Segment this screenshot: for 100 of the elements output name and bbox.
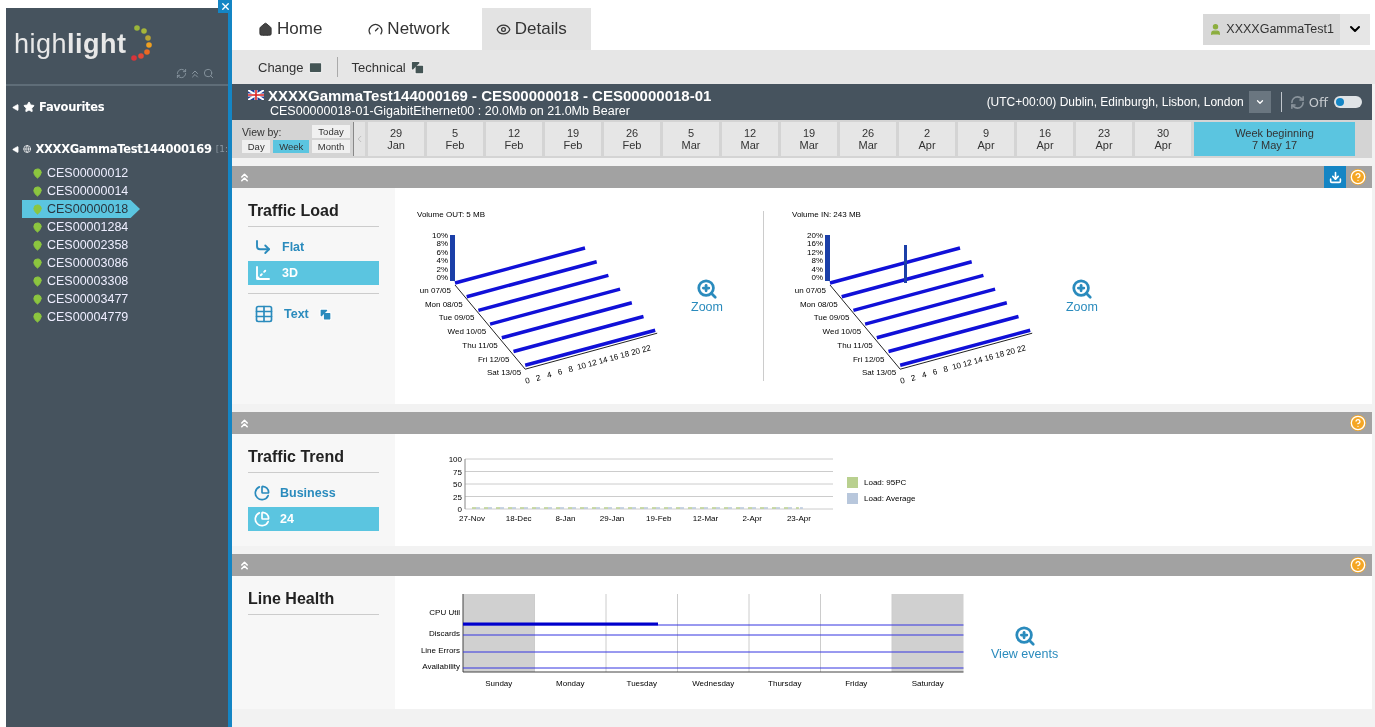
tree-node[interactable]: Favourites bbox=[39, 100, 105, 114]
axis-tick-label: 6 bbox=[931, 367, 939, 377]
tab[interactable]: Home bbox=[244, 8, 347, 50]
axis-tick-label: 12 bbox=[586, 357, 598, 369]
axis-tick-label: 0 bbox=[524, 375, 531, 386]
tab[interactable]: Network bbox=[354, 8, 474, 50]
date-button[interactable]: 5 Mar bbox=[663, 122, 719, 156]
refresh-icon[interactable] bbox=[1289, 94, 1305, 110]
help-icon[interactable] bbox=[1350, 557, 1366, 573]
toolbar-button[interactable]: Change bbox=[256, 59, 325, 75]
axis-tick-label: Thursday bbox=[768, 678, 802, 688]
axis-tick-label: 18 bbox=[994, 349, 1006, 361]
axis-tick-label: 0% bbox=[436, 273, 448, 282]
pie-chart-icon bbox=[254, 511, 270, 527]
view-option[interactable]: Business bbox=[248, 481, 379, 505]
view-mode-button[interactable]: Month bbox=[312, 140, 350, 153]
tree-node[interactable]: XXXXGammaTest144000169 bbox=[35, 142, 212, 156]
pin-icon bbox=[32, 221, 43, 233]
date-button[interactable]: 5 Feb bbox=[427, 122, 483, 156]
tree-item[interactable]: CES00002358 bbox=[22, 236, 228, 254]
pin-icon bbox=[32, 203, 43, 215]
date-button[interactable]: 19 Mar bbox=[781, 122, 837, 156]
collapse-icon[interactable] bbox=[238, 170, 251, 184]
date-button[interactable]: 2 Apr bbox=[899, 122, 955, 156]
date-button[interactable]: 9 Apr bbox=[958, 122, 1014, 156]
chart-title: Volume OUT: 5 MB bbox=[417, 210, 486, 219]
help-icon[interactable] bbox=[1350, 169, 1366, 185]
axis-tick-label: Mon 08/05 bbox=[799, 299, 838, 309]
collapse-icon[interactable] bbox=[189, 68, 201, 80]
axis-tick-label: 12 bbox=[961, 357, 973, 369]
tab[interactable]: Details bbox=[481, 8, 591, 50]
today-button[interactable]: Today bbox=[312, 125, 350, 138]
view-events-link[interactable]: View events bbox=[991, 624, 1059, 661]
search-icon[interactable] bbox=[203, 68, 214, 80]
axis-tick-label: 6% bbox=[436, 247, 448, 257]
axis-tick-label: Wed 10/05 bbox=[822, 327, 862, 337]
date-button[interactable]: 12 Mar bbox=[722, 122, 778, 156]
previous-button[interactable] bbox=[353, 122, 365, 156]
axis-tick-label: 16 bbox=[608, 352, 620, 364]
date-button[interactable]: 12 Feb bbox=[486, 122, 542, 156]
tree-item[interactable]: CES00000012 bbox=[22, 164, 228, 182]
caret-icon[interactable] bbox=[12, 145, 19, 153]
date-button[interactable]: Week beginning 7 May 17 bbox=[1194, 122, 1355, 156]
axis-tick-label: 27-Nov bbox=[459, 514, 485, 523]
axis-tick-label: Line Errors bbox=[420, 645, 460, 655]
axes-icon bbox=[254, 238, 272, 256]
tree-item[interactable]: CES00003477 bbox=[22, 290, 228, 308]
tree-item[interactable]: CES00001284 bbox=[22, 218, 228, 236]
envelope-icon bbox=[307, 59, 323, 75]
axis-tick-label: Tuesday bbox=[626, 678, 657, 688]
user-button[interactable]: XXXXGammaTest1 bbox=[1203, 13, 1340, 45]
axis-tick-label: Availability bbox=[422, 661, 460, 671]
axis-tick-label: Fri 12/05 bbox=[852, 354, 885, 364]
collapse-icon[interactable] bbox=[238, 558, 251, 572]
refresh-toggle[interactable] bbox=[1334, 96, 1362, 108]
collapse-icon[interactable] bbox=[238, 416, 251, 430]
date-button[interactable]: 23 Apr bbox=[1076, 122, 1132, 156]
download-button[interactable] bbox=[1324, 166, 1346, 188]
tree-item[interactable]: CES00003086 bbox=[22, 254, 228, 272]
axis-tick-label: 10% bbox=[432, 231, 448, 240]
axis-tick-label: 0 bbox=[457, 505, 462, 514]
page-subtitle: CES00000018-01-GigabitEthernet00 : 20.0Mb on 21.0Mb Bearer bbox=[269, 103, 631, 118]
date-button[interactable]: 26 Feb bbox=[604, 122, 660, 156]
view-option[interactable]: Flat bbox=[248, 235, 379, 259]
timezone-dropdown[interactable] bbox=[1248, 91, 1271, 113]
download-icon bbox=[1328, 170, 1342, 184]
tree-item[interactable]: CES00004779 bbox=[22, 308, 228, 326]
date-button[interactable]: 30 Apr bbox=[1135, 122, 1191, 156]
help-icon[interactable] bbox=[1350, 415, 1366, 431]
axis-tick-label: 0% bbox=[811, 273, 823, 282]
view-option[interactable]: Text bbox=[248, 302, 379, 326]
pin-icon bbox=[32, 275, 43, 287]
tree-item[interactable]: CES00000014 bbox=[22, 182, 228, 200]
axis-tick-label: 16% bbox=[806, 239, 823, 249]
eye-icon bbox=[495, 21, 511, 37]
date-button[interactable]: 19 Feb bbox=[545, 122, 601, 156]
close-button[interactable] bbox=[218, 0, 232, 13]
view-mode-button[interactable]: Week bbox=[273, 140, 310, 153]
view-mode-button[interactable]: Day bbox=[242, 140, 271, 153]
zoom-link[interactable]: Zoom bbox=[691, 278, 723, 314]
zoom-link[interactable]: Zoom bbox=[1065, 278, 1098, 314]
axis-tick-label: Tue 09/05 bbox=[813, 313, 850, 323]
caret-icon[interactable] bbox=[12, 103, 19, 111]
pin-icon bbox=[32, 167, 43, 179]
axis-tick-label: 0 bbox=[899, 375, 906, 386]
dropdown-button[interactable] bbox=[1340, 13, 1370, 45]
date-button[interactable]: 16 Apr bbox=[1017, 122, 1073, 156]
refresh-icon[interactable] bbox=[176, 68, 187, 80]
table-icon bbox=[254, 304, 274, 324]
axis-tick-label: 25 bbox=[453, 492, 462, 502]
tree-item[interactable]: CES00003308 bbox=[22, 272, 228, 290]
axis-tick-label: 4% bbox=[436, 256, 448, 266]
toolbar-button[interactable]: Technical bbox=[349, 59, 427, 75]
zoom-in-icon bbox=[695, 278, 718, 300]
axis-tick-label: 4 bbox=[920, 370, 928, 380]
tree-item[interactable]: CES00000018 bbox=[22, 200, 140, 218]
section-title: Traffic Trend bbox=[248, 448, 379, 473]
date-button[interactable]: 29 Jan bbox=[368, 122, 424, 156]
date-button[interactable]: 26 Mar bbox=[840, 122, 896, 156]
count-label: [1: bbox=[215, 144, 228, 154]
